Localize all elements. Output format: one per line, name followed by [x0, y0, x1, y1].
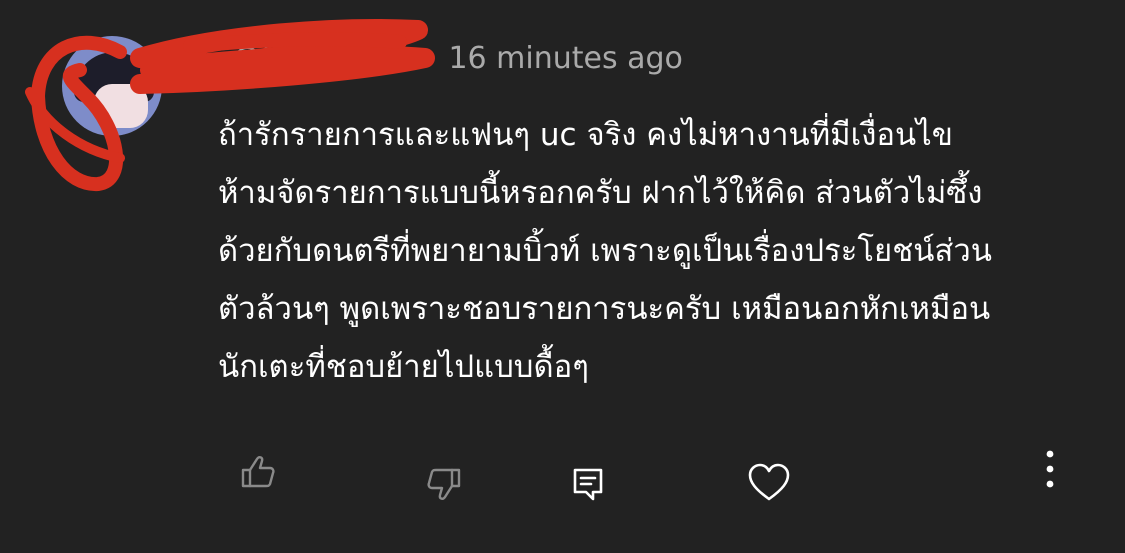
thumbs-down-icon	[427, 468, 461, 500]
comment-line: ถ้ารักรายการและแฟนๆ uc จริง คงไม่หางานที…	[218, 117, 953, 153]
thumbs-up-icon	[241, 456, 275, 488]
more-icon	[1046, 450, 1054, 488]
reply-icon	[573, 468, 603, 501]
author-name[interactable]: @k___2022	[232, 41, 401, 76]
reply-button[interactable]	[562, 458, 614, 510]
avatar[interactable]	[62, 36, 162, 136]
more-options-button[interactable]	[1032, 446, 1068, 492]
heart-button[interactable]	[742, 456, 796, 510]
comment-header: @k___2022 • 16 minutes ago	[232, 38, 683, 78]
heart-icon	[748, 463, 790, 501]
comment-line: ตัวล้วนๆ พูดเพราะชอบรายการนะครับ เหมือนอ…	[218, 291, 991, 327]
avatar-face	[94, 84, 148, 128]
comment-text: ถ้ารักรายการและแฟนๆ uc จริง คงไม่หางานที…	[218, 106, 1078, 396]
comment-line: นักเตะที่ชอบย้ายไปแบบดื้อๆ	[218, 349, 589, 385]
like-button[interactable]	[232, 446, 284, 498]
timestamp[interactable]: 16 minutes ago	[448, 41, 682, 76]
dislike-button[interactable]	[418, 458, 470, 510]
comment-line: ห้ามจัดรายการแบบนี้หรอกครับ ฝากไว้ให้คิด…	[218, 175, 983, 211]
separator-dot: •	[416, 40, 435, 76]
comment-line: ด้วยกับดนตรีที่พยายามบิ้วท์ เพราะดูเป็นเ…	[218, 233, 992, 269]
